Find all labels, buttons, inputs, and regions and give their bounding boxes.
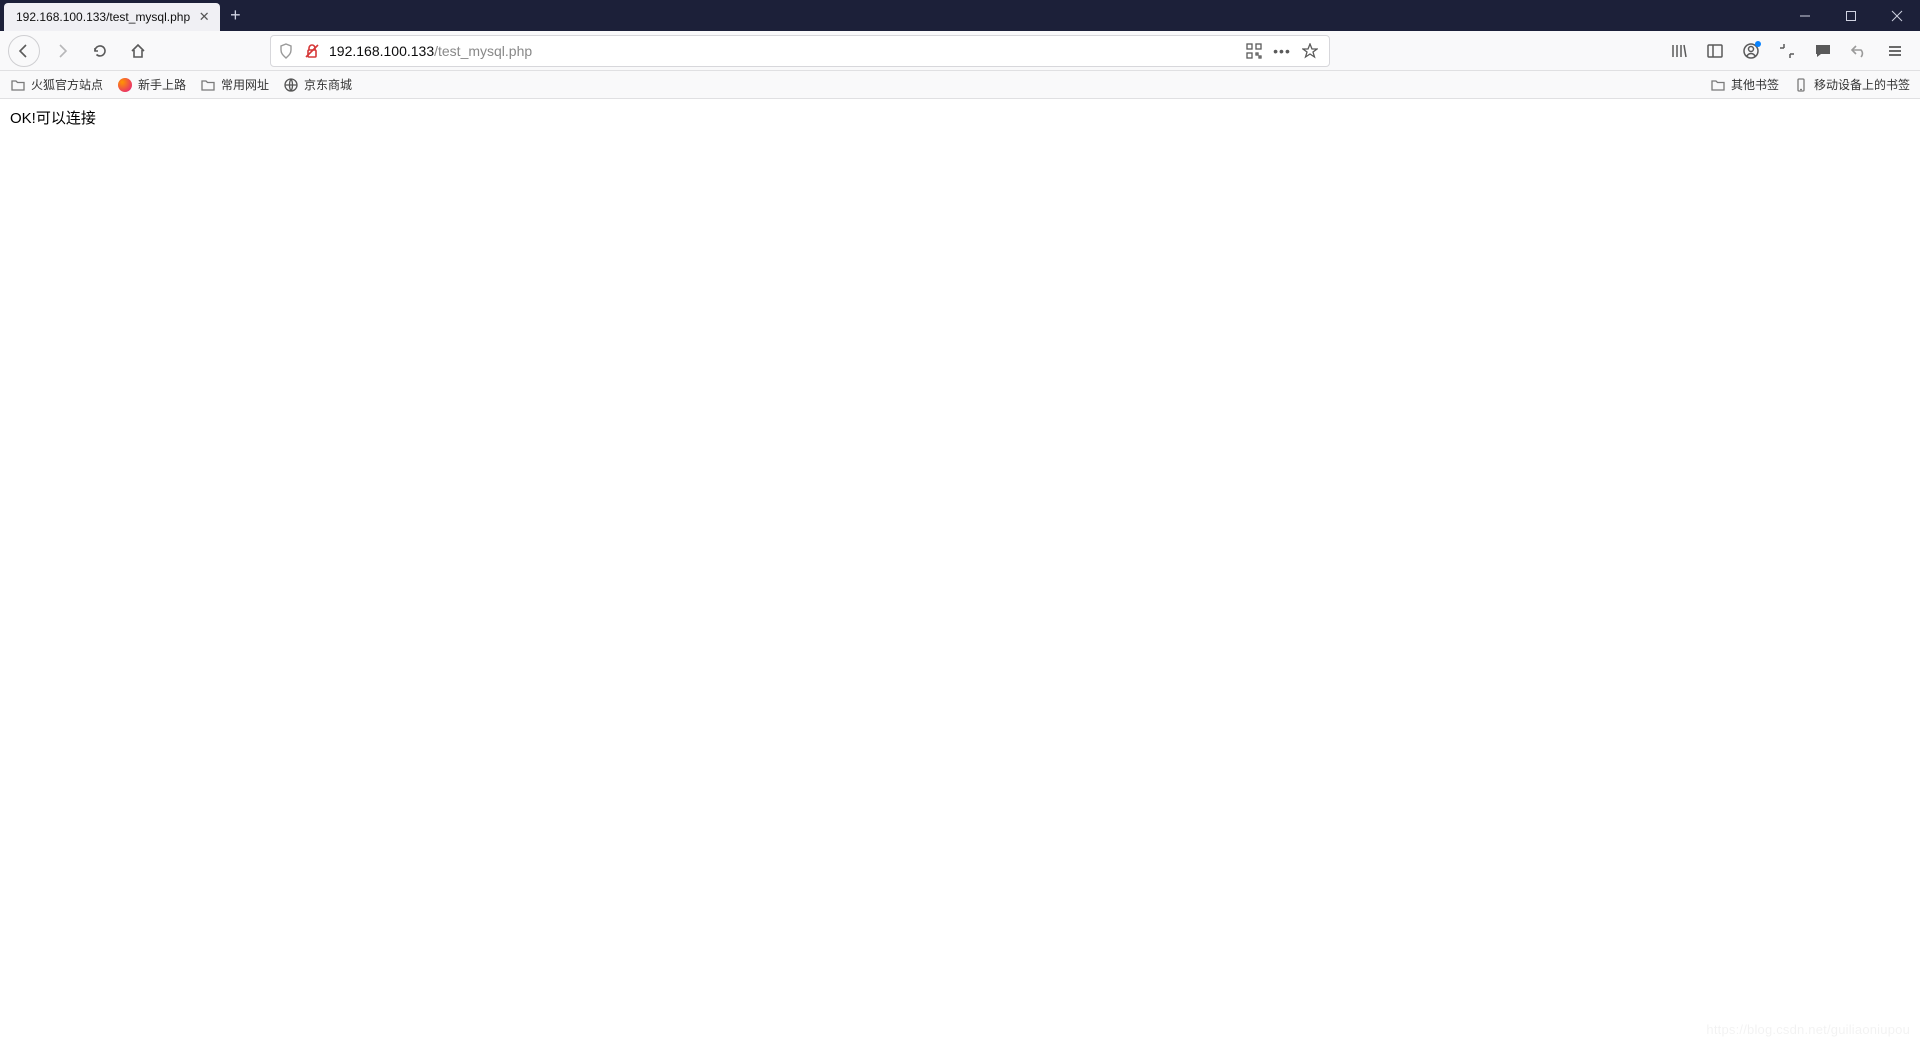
tab-title: 192.168.100.133/test_mysql.php xyxy=(16,10,190,24)
nav-toolbar: 192.168.100.133/test_mysql.php ••• xyxy=(0,31,1920,71)
folder-icon xyxy=(1710,77,1726,93)
minimize-button[interactable] xyxy=(1782,0,1828,31)
library-icon[interactable] xyxy=(1666,38,1692,64)
notification-dot-icon xyxy=(1755,41,1761,47)
bookmark-label: 京东商城 xyxy=(304,76,352,93)
bookmark-label: 其他书签 xyxy=(1731,76,1779,93)
url-host: 192.168.100.133 xyxy=(329,43,434,59)
bookmark-item[interactable]: 京东商城 xyxy=(283,76,352,93)
menu-icon[interactable] xyxy=(1882,38,1908,64)
url-text[interactable]: 192.168.100.133/test_mysql.php xyxy=(329,43,1237,59)
toolbar-right-icons xyxy=(1666,38,1912,64)
maximize-button[interactable] xyxy=(1828,0,1874,31)
reload-button[interactable] xyxy=(84,35,116,67)
bookmark-other[interactable]: 其他书签 xyxy=(1710,76,1779,93)
qr-icon[interactable] xyxy=(1245,42,1263,60)
bookmark-item[interactable]: 新手上路 xyxy=(117,76,186,93)
bookmark-mobile[interactable]: 移动设备上的书签 xyxy=(1793,76,1910,93)
forward-button[interactable] xyxy=(46,35,78,67)
screenshot-icon[interactable] xyxy=(1774,38,1800,64)
bookmark-label: 新手上路 xyxy=(138,76,186,93)
close-tab-icon[interactable]: ✕ xyxy=(196,9,212,25)
new-tab-button[interactable]: + xyxy=(220,0,251,31)
page-text: OK!可以连接 xyxy=(10,110,96,127)
page-body: OK!可以连接 xyxy=(0,99,1920,136)
insecure-lock-icon[interactable] xyxy=(303,42,321,60)
browser-tab[interactable]: 192.168.100.133/test_mysql.php ✕ xyxy=(4,3,220,31)
mobile-icon xyxy=(1793,77,1809,93)
window-controls xyxy=(1782,0,1920,31)
tabs-area: 192.168.100.133/test_mysql.php ✕ + xyxy=(0,0,251,31)
url-right-icons: ••• xyxy=(1245,42,1323,60)
folder-icon xyxy=(10,77,26,93)
watermark: https://blog.csdn.net/guiliaoniupou xyxy=(1706,1022,1910,1037)
bookmark-label: 移动设备上的书签 xyxy=(1814,76,1910,93)
bookmark-label: 常用网址 xyxy=(221,76,269,93)
undo-close-icon[interactable] xyxy=(1846,38,1872,64)
url-path: /test_mysql.php xyxy=(434,43,532,59)
bookmark-item[interactable]: 火狐官方站点 xyxy=(10,76,103,93)
sidebar-icon[interactable] xyxy=(1702,38,1728,64)
bookmark-item[interactable]: 常用网址 xyxy=(200,76,269,93)
bookmark-label: 火狐官方站点 xyxy=(31,76,103,93)
chat-icon[interactable] xyxy=(1810,38,1836,64)
title-bar: 192.168.100.133/test_mysql.php ✕ + xyxy=(0,0,1920,31)
back-button[interactable] xyxy=(8,35,40,67)
home-button[interactable] xyxy=(122,35,154,67)
firefox-icon xyxy=(117,77,133,93)
bookmark-star-icon[interactable] xyxy=(1301,42,1319,60)
account-icon[interactable] xyxy=(1738,38,1764,64)
globe-icon xyxy=(283,77,299,93)
shield-icon[interactable] xyxy=(277,42,295,60)
close-window-button[interactable] xyxy=(1874,0,1920,31)
page-actions-icon[interactable]: ••• xyxy=(1273,42,1291,60)
bookmarks-bar: 火狐官方站点 新手上路 常用网址 京东商城 其他书签 移动设备上的书签 xyxy=(0,71,1920,99)
folder-icon xyxy=(200,77,216,93)
url-bar[interactable]: 192.168.100.133/test_mysql.php ••• xyxy=(270,35,1330,67)
